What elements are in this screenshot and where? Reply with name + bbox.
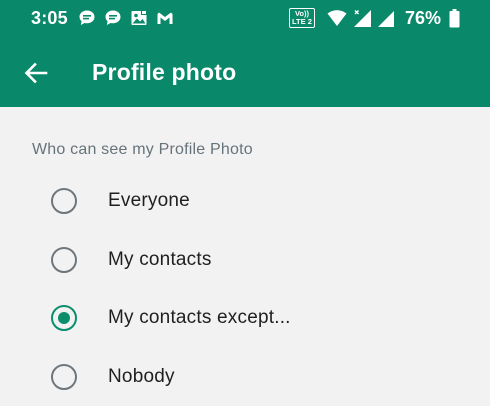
battery-icon xyxy=(449,8,460,27)
option-my-contacts-except[interactable]: My contacts except... xyxy=(0,289,490,347)
system-icons: Vo)) LTE 2 76% xyxy=(288,7,460,28)
app-bar: 3:05 Vo)) LTE 2 76% Profile photo xyxy=(0,0,490,107)
option-everyone[interactable]: Everyone xyxy=(0,172,490,230)
option-my-contacts[interactable]: My contacts xyxy=(0,231,490,289)
option-label: My contacts xyxy=(108,249,212,270)
toolbar: Profile photo xyxy=(0,40,490,107)
message-bubble-icon xyxy=(79,10,95,25)
section-header: Who can see my Profile Photo xyxy=(32,141,253,158)
option-label: Nobody xyxy=(108,366,175,387)
status-time: 3:05 xyxy=(31,8,68,28)
radio-button[interactable] xyxy=(51,188,77,214)
notification-icons xyxy=(78,9,182,27)
option-label: Everyone xyxy=(108,190,190,211)
page-title: Profile photo xyxy=(92,59,237,85)
privacy-content: Who can see my Profile Photo Everyone My… xyxy=(0,107,490,400)
volte-line2: LTE 2 xyxy=(292,17,312,26)
volte-icon: Vo)) LTE 2 xyxy=(288,8,315,28)
arrow-left-icon xyxy=(24,62,48,84)
gmail-icon xyxy=(157,12,173,24)
back-button[interactable] xyxy=(18,58,54,88)
battery-percent: 76% xyxy=(404,7,441,28)
status-bar: 3:05 Vo)) LTE 2 76% xyxy=(0,0,490,36)
option-label: My contacts except... xyxy=(108,307,291,328)
radio-button[interactable] xyxy=(51,364,77,390)
radio-button[interactable] xyxy=(51,247,77,273)
option-nobody[interactable]: Nobody xyxy=(0,348,490,406)
radio-button-selected[interactable] xyxy=(51,305,77,331)
wifi-icon xyxy=(327,10,347,26)
signal-icon xyxy=(353,9,371,27)
photo-icon xyxy=(131,10,147,25)
signal-icon xyxy=(377,10,394,27)
message-bubble-icon xyxy=(105,10,121,25)
